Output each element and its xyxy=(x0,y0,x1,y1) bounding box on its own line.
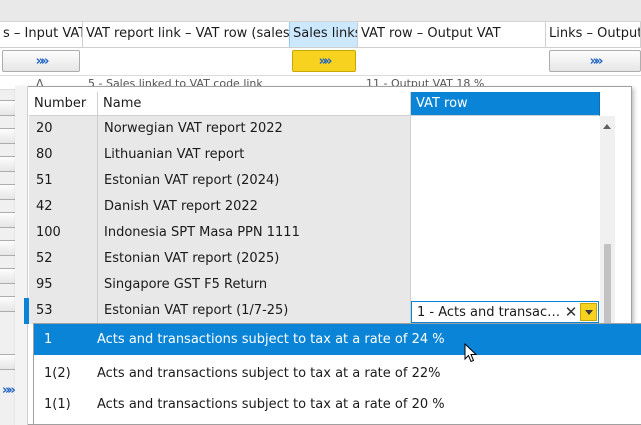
cell-name: Danish VAT report 2022 xyxy=(98,194,411,220)
cell-name: Singapore GST F5 Return xyxy=(98,272,411,298)
dropdown-item[interactable]: 1(1) Acts and transactions subject to ta… xyxy=(34,389,641,420)
table-row[interactable]: 80 Lithuanian VAT report xyxy=(29,142,600,168)
input-vat-links-button[interactable]: »» xyxy=(2,50,80,72)
mouse-pointer-icon xyxy=(464,343,478,363)
vertical-scrollbar[interactable] xyxy=(600,116,615,325)
top-strip xyxy=(0,0,641,22)
table-row[interactable]: 42 Danish VAT report 2022 xyxy=(29,194,600,220)
column-header-links-output-vat[interactable]: Links – Output V xyxy=(546,22,641,48)
row-link-button[interactable] xyxy=(0,268,16,284)
scrollbar-thumb[interactable] xyxy=(604,244,611,324)
row-link-button[interactable] xyxy=(0,240,16,256)
dropdown-item-description: Acts and transactions subject to tax at … xyxy=(97,397,445,412)
chevron-down-icon xyxy=(584,309,593,315)
dropdown-item-code: 1(2) xyxy=(44,366,71,381)
dropdown-item-code: 1 xyxy=(44,332,53,347)
dropdown-item[interactable]: 1(2) Acts and transactions subject to ta… xyxy=(34,358,641,389)
row-link-button[interactable] xyxy=(0,184,16,200)
table-row[interactable]: 52 Estonian VAT report (2025) xyxy=(29,246,600,272)
cell-number: 53 xyxy=(29,298,98,324)
active-row-marker xyxy=(24,298,29,324)
table-row[interactable]: 51 Estonian VAT report (2024) xyxy=(29,168,600,194)
column-header-vat-row[interactable]: VAT row xyxy=(411,92,600,116)
cell-name: Estonian VAT report (2024) xyxy=(98,168,411,194)
column-header-vat-row-output-vat[interactable]: VAT row – Output VAT xyxy=(358,22,546,48)
table-row[interactable]: 100 Indonesia SPT Masa PPN 1111 xyxy=(29,220,600,246)
column-header-vat-report-link[interactable]: VAT report link – VAT row (sales) xyxy=(83,22,290,48)
combobox-value: 1 - Acts and transactions subject to tax… xyxy=(417,305,563,320)
cell-vat-row[interactable] xyxy=(411,116,600,142)
cell-number: 20 xyxy=(29,116,98,142)
scroll-up-arrow-icon[interactable] xyxy=(603,124,611,129)
cell-vat-row[interactable] xyxy=(411,246,600,272)
dropdown-button[interactable] xyxy=(580,303,597,321)
row-link-button[interactable] xyxy=(0,212,16,228)
clear-icon[interactable]: ✕ xyxy=(563,303,579,321)
row-link-button[interactable] xyxy=(0,100,16,116)
cell-vat-row[interactable] xyxy=(411,142,600,168)
column-header-sales-links[interactable]: Sales links xyxy=(289,22,358,48)
cell-name: Estonian VAT report (2025) xyxy=(98,246,411,272)
cell-name: Norwegian VAT report 2022 xyxy=(98,116,411,142)
row-link-button[interactable] xyxy=(0,128,16,144)
dropdown-item-description: Acts and transactions subject to tax at … xyxy=(97,332,445,347)
cell-name: Estonian VAT report (1/7-25) xyxy=(98,298,411,324)
table-row[interactable]: 20 Norwegian VAT report 2022 xyxy=(29,116,600,142)
cell-vat-row[interactable] xyxy=(411,168,600,194)
cell-number: 51 xyxy=(29,168,98,194)
column-header-number[interactable]: Number xyxy=(29,92,98,116)
cell-name: Lithuanian VAT report xyxy=(98,142,411,168)
row-link-button[interactable] xyxy=(0,354,16,370)
cell-vat-row[interactable] xyxy=(411,220,600,246)
cell-number: 52 xyxy=(29,246,98,272)
output-vat-links-button[interactable]: »» xyxy=(549,50,641,72)
cell-name: Indonesia SPT Masa PPN 1111 xyxy=(98,220,411,246)
cell-vat-row[interactable] xyxy=(411,272,600,298)
sales-links-button[interactable]: »» xyxy=(292,50,356,72)
vat-row-dropdown-list: 1 Acts and transactions subject to tax a… xyxy=(33,323,641,425)
column-header-name[interactable]: Name xyxy=(98,92,411,116)
cell-number: 80 xyxy=(29,142,98,168)
dropdown-item-description: Acts and transactions subject to tax at … xyxy=(97,366,441,381)
dropdown-item-code: 1(1) xyxy=(44,397,71,412)
table-row[interactable]: 95 Singapore GST F5 Return xyxy=(29,272,600,298)
vat-row-combobox[interactable]: 1 - Acts and transactions subject to tax… xyxy=(411,301,599,323)
cell-number: 100 xyxy=(29,220,98,246)
row-link-button[interactable] xyxy=(0,156,16,172)
row-link-button[interactable] xyxy=(0,296,16,312)
dropdown-item-selected[interactable]: 1 Acts and transactions subject to tax a… xyxy=(34,324,641,355)
cell-number: 42 xyxy=(29,194,98,220)
cell-vat-row[interactable] xyxy=(411,194,600,220)
column-header-input-vat[interactable]: s – Input VAT xyxy=(0,22,83,48)
cell-number: 95 xyxy=(29,272,98,298)
row-indicator-column xyxy=(15,86,28,425)
